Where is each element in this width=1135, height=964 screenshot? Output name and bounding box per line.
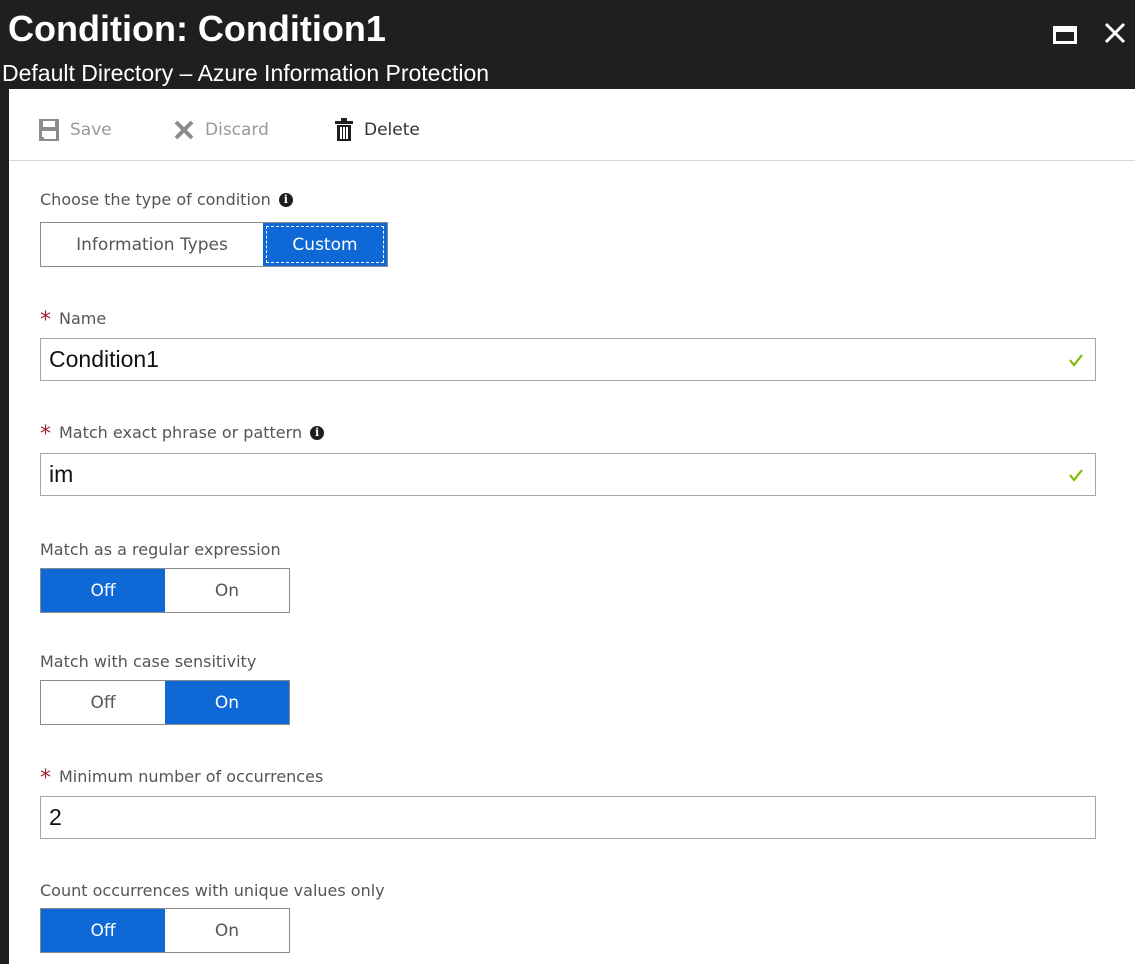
info-icon[interactable]: i xyxy=(278,192,293,207)
unique-on-option[interactable]: On xyxy=(165,909,289,952)
case-on-option[interactable]: On xyxy=(165,681,289,724)
regex-label: Match as a regular expression xyxy=(40,540,281,559)
regex-toggle: Off On xyxy=(40,568,290,613)
delete-button[interactable]: Delete xyxy=(334,115,420,145)
checkmark-icon xyxy=(1069,469,1083,482)
maximize-icon xyxy=(1053,26,1077,44)
option-custom[interactable]: Custom xyxy=(263,223,387,266)
condition-type-label: Choose the type of condition i xyxy=(40,190,293,209)
maximize-button[interactable] xyxy=(1049,20,1081,50)
close-button[interactable] xyxy=(1098,16,1132,50)
pattern-input[interactable] xyxy=(41,454,1049,495)
case-sensitivity-label: Match with case sensitivity xyxy=(40,652,257,671)
pattern-field xyxy=(40,453,1096,496)
name-label: * Name xyxy=(40,308,107,333)
left-border xyxy=(0,89,9,964)
trash-icon xyxy=(335,118,353,141)
case-sensitivity-toggle: Off On xyxy=(40,680,290,725)
pattern-label: * Match exact phrase or pattern i xyxy=(40,420,325,447)
save-button[interactable]: Save xyxy=(38,115,112,145)
close-x-icon xyxy=(174,120,194,140)
save-icon xyxy=(39,119,59,141)
command-bar: Save Discard Delete xyxy=(9,89,1135,161)
page-title: Condition: Condition1 xyxy=(8,8,386,49)
name-input[interactable] xyxy=(41,339,1049,380)
checkmark-icon xyxy=(1069,354,1083,367)
occurrences-input[interactable] xyxy=(41,797,1049,838)
unique-values-label: Count occurrences with unique values onl… xyxy=(40,881,385,900)
name-field xyxy=(40,338,1096,381)
condition-blade: Condition: Condition1 Default Directory … xyxy=(0,0,1135,964)
required-marker: * xyxy=(40,422,51,447)
condition-type-selector: Information Types Custom xyxy=(40,222,388,267)
required-marker: * xyxy=(40,308,51,333)
occurrences-label: * Minimum number of occurrences xyxy=(40,766,324,791)
required-marker: * xyxy=(40,766,51,791)
save-label: Save xyxy=(70,120,112,140)
occurrences-field xyxy=(40,796,1096,839)
unique-values-toggle: Off On xyxy=(40,908,290,953)
discard-button[interactable]: Discard xyxy=(173,115,269,145)
info-icon[interactable]: i xyxy=(310,425,325,440)
unique-off-option[interactable]: Off xyxy=(41,909,165,952)
delete-label: Delete xyxy=(364,120,420,140)
close-icon xyxy=(1104,22,1126,44)
regex-on-option[interactable]: On xyxy=(165,569,289,612)
page-subtitle: Default Directory – Azure Information Pr… xyxy=(2,60,490,86)
case-off-option[interactable]: Off xyxy=(41,681,165,724)
regex-off-option[interactable]: Off xyxy=(41,569,165,612)
option-information-types[interactable]: Information Types xyxy=(41,223,263,266)
blade-header: Condition: Condition1 Default Directory … xyxy=(0,0,1135,89)
discard-label: Discard xyxy=(205,120,269,140)
